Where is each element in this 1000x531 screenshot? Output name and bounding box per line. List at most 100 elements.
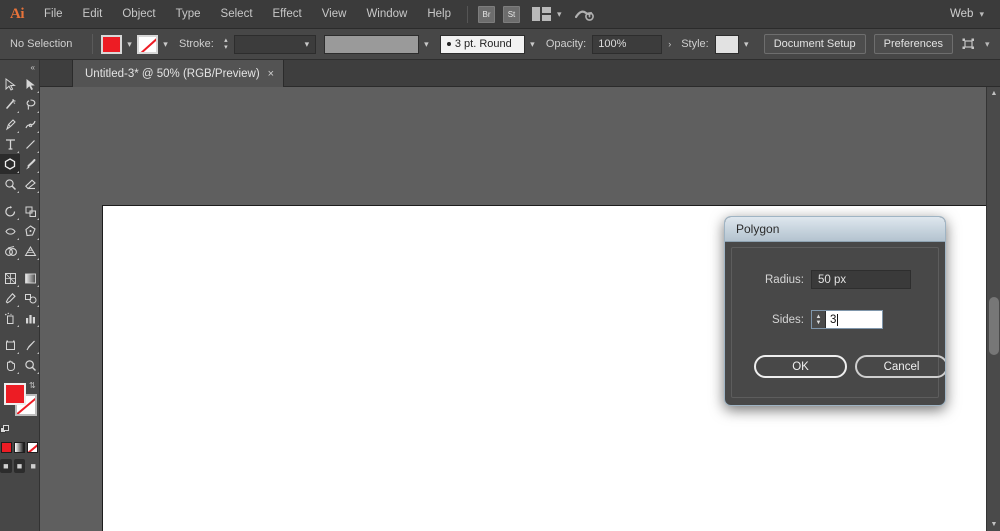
full-screen-mode-icon[interactable]: ■ [27, 459, 39, 473]
menu-effect[interactable]: Effect [263, 0, 312, 29]
sides-input[interactable]: 3 [826, 311, 882, 328]
default-fill-stroke-icon[interactable] [0, 425, 10, 435]
workspace-switcher[interactable]: Web ▾ [950, 8, 1000, 20]
stroke-profile-chevron-down-icon[interactable]: ▾ [419, 35, 434, 54]
slice-tool[interactable] [20, 335, 40, 355]
sides-spinner-icon[interactable]: ▲▼ [812, 311, 826, 328]
workspace-chevron-down-icon[interactable]: ▾ [979, 9, 984, 20]
fill-color-box[interactable] [4, 383, 26, 405]
align-chevron-down-icon[interactable]: ▾ [985, 39, 990, 50]
eyedropper-tool[interactable] [0, 288, 20, 308]
gradient-tool[interactable] [20, 268, 40, 288]
cancel-button[interactable]: Cancel [855, 355, 946, 378]
document-tab-bar: Untitled-3* @ 50% (RGB/Preview) × [0, 60, 1000, 87]
artboard-tool[interactable] [0, 335, 20, 355]
stroke-label: Stroke: [179, 38, 214, 50]
dialog-body: Radius: 50 px Sides: ▲▼ 3 OK Cancel [731, 247, 939, 398]
stroke-weight-spinner[interactable]: ▴▾ [220, 34, 232, 54]
tool-group-divider-2 [0, 261, 40, 268]
sides-row: Sides: ▲▼ 3 [732, 310, 938, 329]
control-divider [92, 34, 93, 54]
gradient-mode-button[interactable] [14, 442, 25, 453]
stock-icon[interactable]: St [503, 6, 520, 23]
menu-window[interactable]: Window [356, 0, 417, 29]
mesh-tool[interactable] [0, 268, 20, 288]
paintbrush-tool[interactable] [20, 154, 40, 174]
arrange-documents-icon[interactable] [532, 7, 551, 21]
stroke-weight-field[interactable]: ▾ [234, 35, 316, 54]
magic-wand-tool[interactable] [0, 94, 20, 114]
menu-object[interactable]: Object [112, 0, 165, 29]
menu-view[interactable]: View [312, 0, 357, 29]
stroke-profile-field[interactable] [324, 35, 419, 54]
opacity-input[interactable]: 100% [592, 35, 662, 54]
adobe-stock-icon[interactable] [574, 5, 596, 23]
graphic-style-swatch[interactable] [715, 35, 739, 54]
scale-tool[interactable] [20, 201, 40, 221]
perspective-grid-tool[interactable] [20, 241, 40, 261]
fill-chevron-down-icon[interactable]: ▾ [122, 35, 137, 54]
polygon-dialog[interactable]: Polygon Radius: 50 px Sides: ▲▼ 3 OK Can… [724, 216, 946, 406]
curvature-tool[interactable] [20, 114, 40, 134]
full-screen-with-menubar-icon[interactable]: ■ [14, 459, 26, 473]
rotate-tool[interactable] [0, 201, 20, 221]
fill-color-swatch[interactable] [101, 35, 122, 54]
preferences-button[interactable]: Preferences [874, 34, 953, 54]
double-chevron-left-icon[interactable]: « [0, 60, 39, 74]
tools-grid [0, 74, 39, 375]
shaper-tool[interactable] [0, 174, 20, 194]
eraser-tool[interactable] [20, 174, 40, 194]
radius-input[interactable]: 50 px [811, 270, 911, 289]
stroke-weight-chevron-down-icon[interactable]: ▾ [299, 39, 315, 50]
menu-edit[interactable]: Edit [73, 0, 113, 29]
normal-screen-mode-icon[interactable]: ■ [0, 459, 12, 473]
scroll-up-chevron-icon[interactable]: ▲ [987, 87, 1000, 100]
scrollbar-thumb[interactable] [989, 297, 999, 355]
selection-status: No Selection [10, 38, 78, 50]
hand-tool[interactable] [0, 355, 20, 375]
align-to-pixel-grid-icon[interactable] [961, 36, 979, 52]
free-transform-tool[interactable] [20, 221, 40, 241]
style-chevron-down-icon[interactable]: ▾ [739, 35, 754, 54]
fill-stroke-controls: ⇅ [0, 381, 40, 439]
color-mode-button[interactable] [1, 442, 12, 453]
scroll-down-chevron-icon[interactable]: ▼ [987, 518, 1000, 531]
polygon-tool[interactable] [0, 154, 20, 174]
lasso-tool[interactable] [20, 94, 40, 114]
pen-tool[interactable] [0, 114, 20, 134]
opacity-more-options[interactable]: › [662, 35, 677, 54]
opacity-label: Opacity: [546, 38, 586, 50]
type-tool[interactable] [0, 134, 20, 154]
document-setup-button[interactable]: Document Setup [764, 34, 866, 54]
menu-type[interactable]: Type [166, 0, 211, 29]
arrange-chevron-down-icon[interactable]: ▾ [557, 9, 562, 20]
tool-group-divider [0, 194, 40, 201]
close-icon[interactable]: × [268, 68, 274, 80]
symbol-sprayer-tool[interactable] [0, 308, 20, 328]
direct-selection-tool[interactable] [20, 74, 40, 94]
brush-chevron-down-icon[interactable]: ▾ [525, 35, 540, 54]
stroke-color-swatch[interactable] [137, 35, 158, 54]
line-segment-tool[interactable] [20, 134, 40, 154]
app-logo-icon: Ai [0, 0, 34, 29]
selection-tool[interactable] [0, 74, 20, 94]
menu-file[interactable]: File [34, 0, 73, 29]
document-tab-title: Untitled-3* @ 50% (RGB/Preview) [85, 68, 260, 80]
stroke-chevron-down-icon[interactable]: ▾ [158, 35, 173, 54]
sides-input-wrapper[interactable]: ▲▼ 3 [811, 310, 883, 329]
menu-help[interactable]: Help [417, 0, 461, 29]
blend-tool[interactable] [20, 288, 40, 308]
bridge-icon[interactable]: Br [478, 6, 495, 23]
zoom-tool[interactable] [20, 355, 40, 375]
brush-definition-field[interactable]: 3 pt. Round [440, 35, 525, 54]
width-tool[interactable] [0, 221, 20, 241]
none-mode-button[interactable] [27, 442, 38, 453]
ok-button[interactable]: OK [754, 355, 847, 378]
column-graph-tool[interactable] [20, 308, 40, 328]
dialog-title-bar[interactable]: Polygon [725, 217, 945, 242]
menu-select[interactable]: Select [211, 0, 263, 29]
vertical-scrollbar[interactable]: ▲ ▼ [986, 87, 1000, 531]
shape-builder-tool[interactable] [0, 241, 20, 261]
document-tab[interactable]: Untitled-3* @ 50% (RGB/Preview) × [72, 60, 284, 87]
swap-fill-stroke-icon[interactable]: ⇅ [29, 381, 38, 390]
